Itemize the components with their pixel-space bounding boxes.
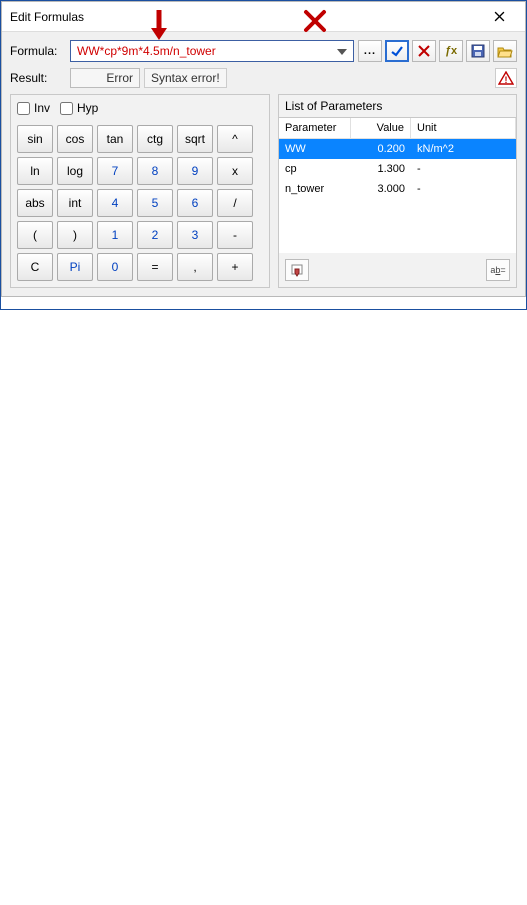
- calc-key-int[interactable]: int: [57, 189, 93, 217]
- param-header-parameter[interactable]: Parameter: [279, 118, 351, 139]
- calc-key-6[interactable]: 6: [177, 189, 213, 217]
- calc-key-tan[interactable]: tan: [97, 125, 133, 153]
- calc-key-abs[interactable]: abs: [17, 189, 53, 217]
- calc-key-cos[interactable]: cos: [57, 125, 93, 153]
- calc-key-3[interactable]: 3: [177, 221, 213, 249]
- calc-key-Pi[interactable]: Pi: [57, 253, 93, 281]
- cancel-button[interactable]: [412, 40, 436, 62]
- calc-key-0[interactable]: 0: [97, 253, 133, 281]
- dialog-title: Edit Formulas: [10, 10, 84, 24]
- edit-formulas-dialog: Edit Formulas Formula: WW*cp*9m*4.5m/n_tow…: [1, 1, 526, 297]
- calc-key-ln[interactable]: ln: [17, 157, 53, 185]
- calc-key-x[interactable]: x: [217, 157, 253, 185]
- warning-icon[interactable]: !: [495, 68, 517, 88]
- calc-key-9[interactable]: 9: [177, 157, 213, 185]
- formula-input[interactable]: WW*cp*9m*4.5m/n_tower: [70, 40, 354, 62]
- parameters-panel: List of ParametersParameterValueUnitWW0.…: [278, 94, 517, 288]
- pin-button[interactable]: [285, 259, 309, 281]
- hyp-checkbox[interactable]: Hyp: [60, 101, 98, 115]
- parameters-title: List of Parameters: [279, 95, 516, 117]
- result-label: Result:: [10, 71, 66, 85]
- result-unit: Syntax error!: [144, 68, 227, 88]
- calculator-panel: Inv Hypsincostanctgsqrt^ lnlog789x absint45…: [10, 94, 270, 288]
- calc-key-c45[interactable]: -: [217, 221, 253, 249]
- param-header-unit[interactable]: Unit: [411, 118, 516, 139]
- chevron-down-icon[interactable]: [333, 44, 347, 58]
- calc-key-5[interactable]: 5: [137, 189, 173, 217]
- svg-text:!: !: [505, 75, 508, 85]
- calc-key-ctg[interactable]: ctg: [137, 125, 173, 153]
- save-button[interactable]: [466, 40, 490, 62]
- calc-key-log[interactable]: log: [57, 157, 93, 185]
- ellipsis-button[interactable]: ...: [358, 40, 382, 62]
- calc-key-c44[interactable]: ,: [177, 253, 213, 281]
- calc-key-7[interactable]: 7: [97, 157, 133, 185]
- calc-key-c43[interactable]: +: [217, 253, 253, 281]
- calc-key-c61[interactable]: =: [137, 253, 173, 281]
- param-row[interactable]: n_tower3.000-: [279, 179, 516, 199]
- calc-key-4[interactable]: 4: [97, 189, 133, 217]
- calc-key-c47[interactable]: /: [217, 189, 253, 217]
- calc-key-c40[interactable]: (: [17, 221, 53, 249]
- param-header-value[interactable]: Value: [351, 118, 411, 139]
- fx-button[interactable]: ƒx: [439, 40, 463, 62]
- calc-key-C[interactable]: C: [17, 253, 53, 281]
- calc-key-2[interactable]: 2: [137, 221, 173, 249]
- formula-label: Formula:: [10, 44, 66, 58]
- ab-equals-button[interactable]: ab=: [486, 259, 510, 281]
- inv-checkbox[interactable]: Inv: [17, 101, 50, 115]
- param-row[interactable]: WW0.200kN/m^2: [279, 139, 516, 159]
- calc-key-sin[interactable]: sin: [17, 125, 53, 153]
- calc-key-sqrt[interactable]: sqrt: [177, 125, 213, 153]
- param-row[interactable]: cp1.300-: [279, 159, 516, 179]
- open-button[interactable]: [493, 40, 517, 62]
- calc-key-8[interactable]: 8: [137, 157, 173, 185]
- titlebar: Edit Formulas: [2, 2, 525, 32]
- close-button[interactable]: [479, 5, 519, 29]
- calc-key-1[interactable]: 1: [97, 221, 133, 249]
- calc-key-c41[interactable]: ): [57, 221, 93, 249]
- confirm-button[interactable]: [385, 40, 409, 62]
- result-value: Error: [70, 68, 140, 88]
- calc-key-c94[interactable]: ^: [217, 125, 253, 153]
